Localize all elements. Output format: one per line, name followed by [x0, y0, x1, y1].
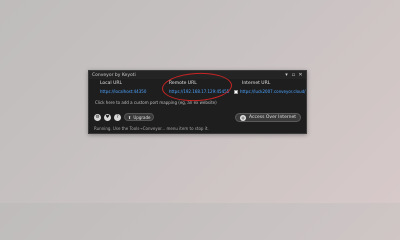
access-over-internet-button[interactable]: ◍ Access Over Internet	[235, 113, 301, 122]
internet-url-column: Internet URL https://luck2007.conveyor.c…	[234, 81, 306, 94]
close-icon[interactable]: ✕	[298, 72, 303, 78]
internet-url-checkbox[interactable]	[234, 90, 238, 94]
upgrade-button[interactable]: ⬆ Upgrade	[124, 113, 155, 121]
toolbar: ⚙ ♥ ? ⬆ Upgrade	[94, 113, 155, 121]
window-title: Conveyor by Keyoti	[92, 72, 136, 78]
internet-url-row: https://luck2007.conveyor.cloud/	[234, 89, 306, 94]
upgrade-icon: ⬆	[128, 114, 132, 120]
local-url-column: Local URL https://localhost:44350	[100, 81, 146, 94]
maximize-icon[interactable]: ▫	[291, 72, 296, 78]
access-over-internet-label: Access Over Internet	[249, 115, 296, 120]
window-controls: ▾ ▫ ✕	[284, 72, 303, 78]
internet-url-header: Internet URL	[242, 81, 271, 86]
globe-icon: ◍	[240, 114, 247, 121]
gear-icon[interactable]: ⚙	[94, 113, 101, 121]
internet-url-link[interactable]: https://luck2007.conveyor.cloud/	[240, 89, 306, 94]
status-text: Running. Use the Tools→Conveyor... menu …	[94, 126, 209, 131]
heart-icon[interactable]: ♥	[104, 113, 111, 121]
minimize-icon[interactable]: ▾	[284, 72, 289, 78]
local-url-link[interactable]: https://localhost:44350	[100, 89, 146, 94]
local-url-header: Local URL	[100, 81, 123, 86]
help-icon[interactable]: ?	[114, 113, 121, 121]
upgrade-label: Upgrade	[133, 114, 151, 120]
